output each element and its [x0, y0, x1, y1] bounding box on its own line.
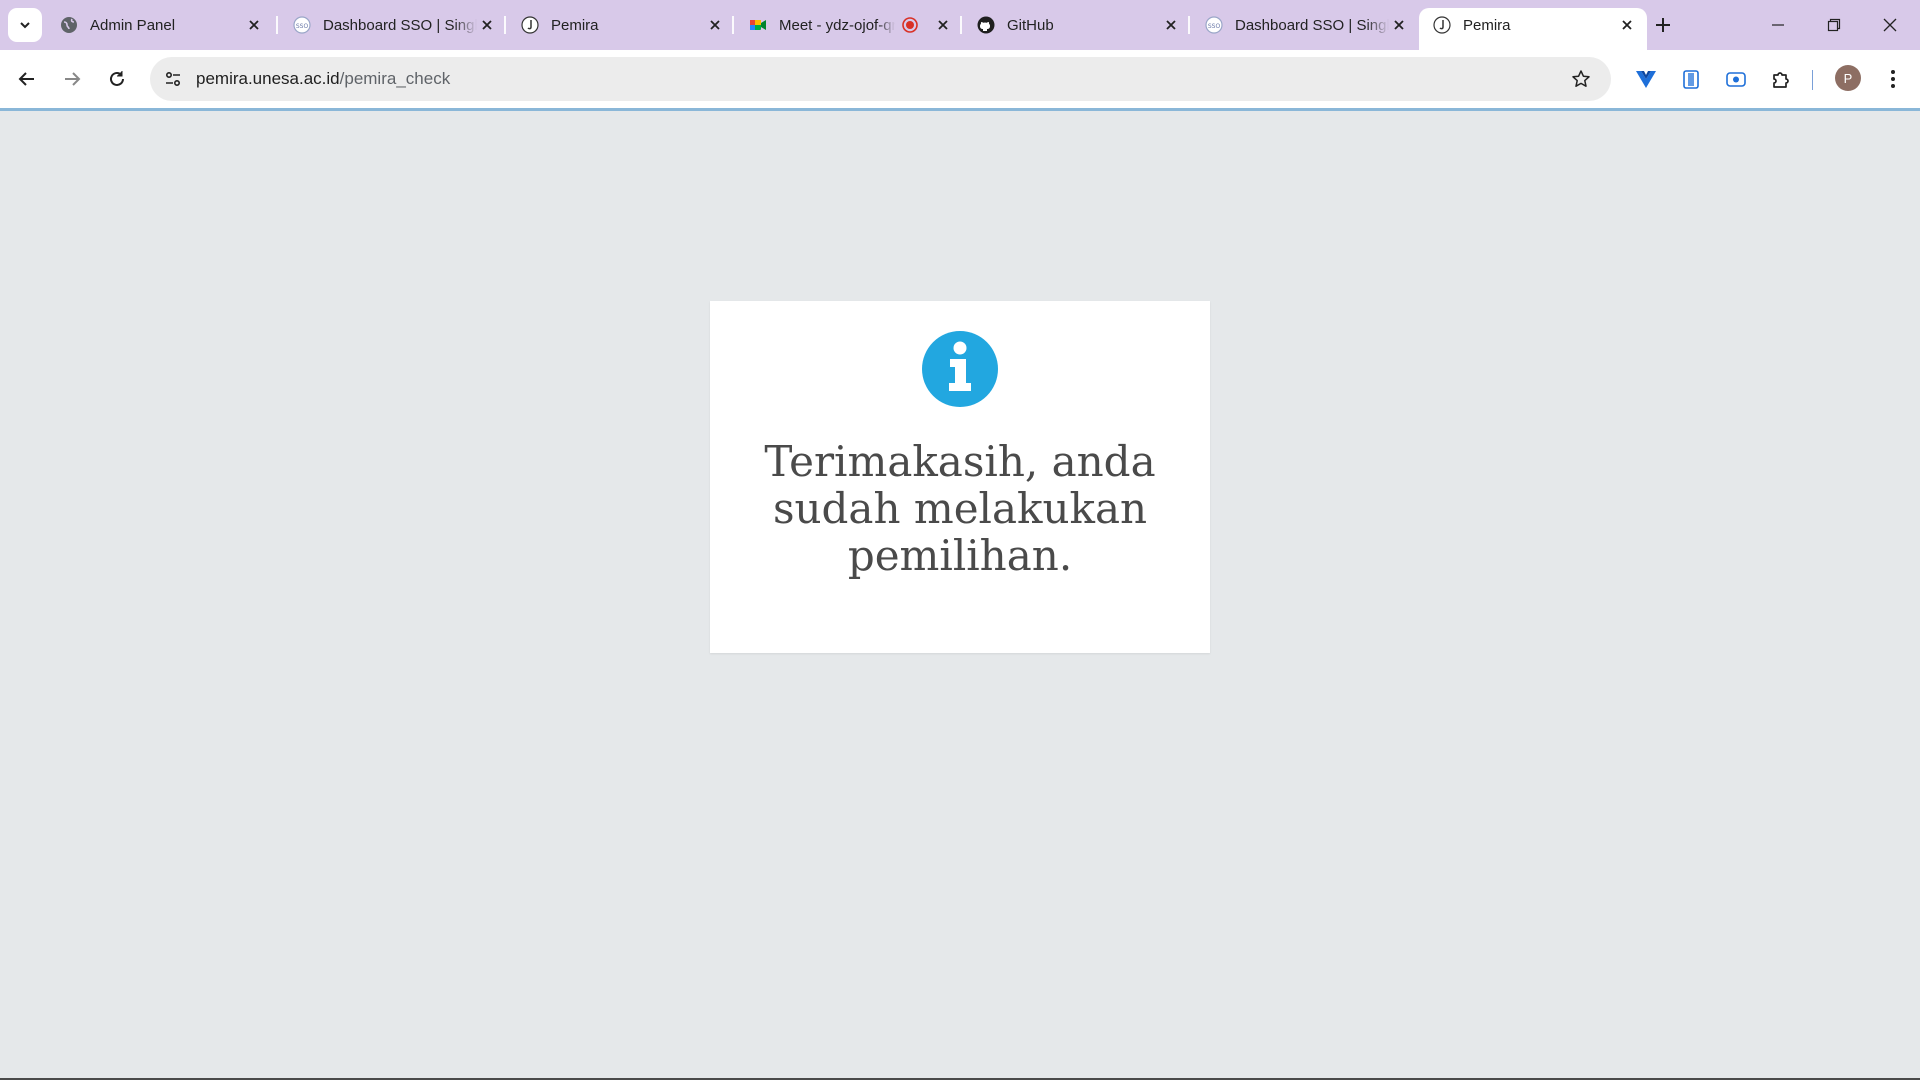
tab-admin-panel[interactable]: Admin Panel	[46, 8, 274, 42]
tab-separator	[732, 16, 734, 34]
window-close-button[interactable]	[1862, 0, 1918, 50]
forward-button[interactable]	[55, 62, 89, 96]
tab-meet[interactable]: Meet - ydz-ojof-qnp	[735, 8, 963, 42]
message-card: Terimakasih, anda sudah melakukan pemili…	[710, 301, 1210, 653]
clipboard-extension[interactable]	[1675, 63, 1707, 95]
vue-icon	[1636, 71, 1656, 88]
close-icon[interactable]	[244, 15, 264, 35]
tab-title: Pemira	[1463, 16, 1511, 34]
url-path: /pemira_check	[339, 69, 451, 88]
close-icon[interactable]	[1389, 15, 1409, 35]
close-icon	[1883, 18, 1897, 32]
tab-separator	[960, 16, 962, 34]
tab-title: Meet - ydz-ojof-qnp	[779, 16, 895, 34]
camera-icon	[1726, 72, 1746, 87]
close-icon[interactable]	[705, 15, 725, 35]
address-bar[interactable]: pemira.unesa.ac.id/pemira_check	[150, 57, 1611, 101]
bookmark-star-icon[interactable]	[1569, 67, 1593, 91]
profile-avatar[interactable]: P	[1835, 65, 1861, 91]
close-icon[interactable]	[477, 15, 497, 35]
tab-separator	[1188, 16, 1190, 34]
tab-separator	[276, 16, 278, 34]
tab-pemira-active[interactable]: Pemira	[1419, 8, 1647, 50]
close-icon[interactable]	[1617, 15, 1637, 35]
browser-toolbar: pemira.unesa.ac.id/pemira_check P	[0, 50, 1920, 108]
restore-button[interactable]	[1806, 0, 1862, 50]
minimize-icon	[1772, 24, 1784, 26]
toolbar-bottom-border	[0, 108, 1920, 111]
tab-dashboard-sso[interactable]: SSO Dashboard SSO | Single	[279, 8, 507, 42]
svg-text:SSO: SSO	[296, 23, 309, 30]
recording-icon	[901, 16, 919, 34]
svg-text:SSO: SSO	[1208, 23, 1221, 30]
back-button[interactable]	[10, 62, 44, 96]
close-icon[interactable]	[1161, 15, 1181, 35]
screen-capture-extension[interactable]	[1720, 63, 1752, 95]
arrow-right-icon	[65, 72, 81, 86]
toolbar-separator	[1812, 70, 1813, 90]
thank-you-message: Terimakasih, anda sudah melakukan pemili…	[764, 437, 1156, 580]
minimize-button[interactable]	[1750, 0, 1806, 50]
github-icon	[977, 16, 995, 34]
kebab-menu-icon	[1891, 70, 1895, 88]
meet-icon	[749, 16, 767, 34]
new-tab-button[interactable]	[1649, 11, 1677, 39]
info-circle-icon	[922, 331, 998, 407]
sso-icon: SSO	[1205, 16, 1223, 34]
tab-github[interactable]: GitHub	[963, 8, 1191, 42]
restore-icon	[1827, 18, 1841, 32]
tab-search-button[interactable]	[8, 8, 42, 42]
chevron-down-icon	[20, 22, 30, 29]
arrow-left-icon	[18, 72, 34, 86]
sso-icon: SSO	[293, 16, 311, 34]
vuejs-devtools-extension[interactable]	[1630, 63, 1662, 95]
tab-separator	[504, 16, 506, 34]
reload-icon	[110, 71, 124, 86]
plus-icon	[1656, 18, 1670, 32]
url-host: pemira.unesa.ac.id	[196, 69, 340, 88]
browser-menu-button[interactable]	[1877, 63, 1909, 95]
url-text[interactable]: pemira.unesa.ac.id/pemira_check	[196, 69, 450, 89]
tab-title: Dashboard SSO | Single	[1235, 16, 1389, 34]
pemira-icon	[521, 16, 539, 34]
extensions-button[interactable]	[1765, 63, 1797, 95]
clipboard-icon	[1683, 70, 1699, 89]
puzzle-icon	[1773, 72, 1789, 88]
tab-title: Pemira	[551, 16, 599, 34]
tab-title: GitHub	[1007, 16, 1054, 34]
close-icon[interactable]	[933, 15, 953, 35]
reload-button[interactable]	[100, 62, 134, 96]
tab-dashboard-sso-2[interactable]: SSO Dashboard SSO | Single	[1191, 8, 1419, 42]
tab-strip: Admin Panel SSO Dashboard SSO | Single P…	[0, 0, 1920, 50]
globe-icon	[60, 16, 78, 34]
tab-title: Admin Panel	[90, 16, 176, 34]
pemira-icon	[1433, 16, 1451, 34]
tab-title: Dashboard SSO | Single	[323, 16, 477, 34]
tab-pemira[interactable]: Pemira	[507, 8, 735, 42]
site-info-icon[interactable]	[160, 66, 186, 92]
